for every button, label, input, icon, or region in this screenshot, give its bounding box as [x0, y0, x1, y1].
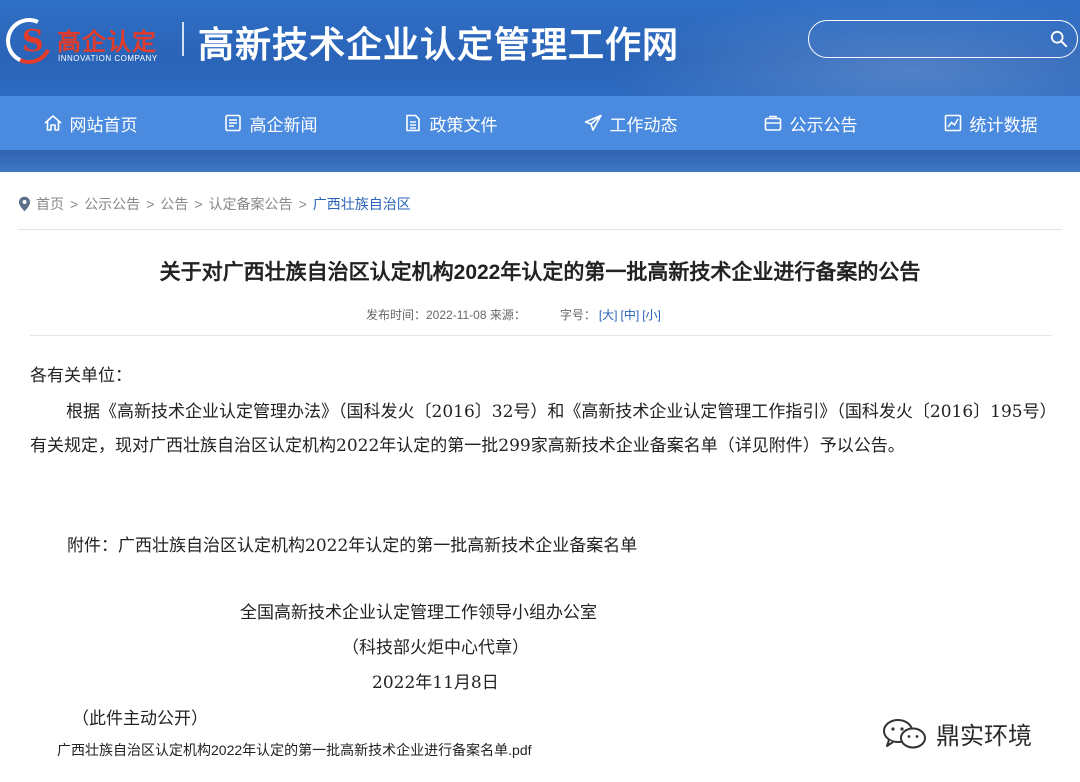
- attachment-note: 附件：广西壮族自治区认定机构2022年认定的第一批高新技术企业备案名单: [67, 536, 638, 556]
- breadcrumb-current[interactable]: 广西壮族自治区: [313, 194, 411, 214]
- breadcrumb-filing[interactable]: 认定备案公告: [209, 194, 293, 214]
- document-icon: [405, 114, 420, 132]
- breadcrumb-home[interactable]: 首页: [36, 194, 64, 214]
- news-icon: [224, 114, 241, 132]
- watermark-text: 鼎实环境: [936, 723, 1032, 750]
- font-size-medium[interactable]: [中]: [621, 306, 640, 323]
- nav-item-label: 公示公告: [789, 115, 858, 135]
- breadcrumb-separator: >: [70, 196, 79, 212]
- nav-item-policy[interactable]: 政策文件: [360, 96, 540, 150]
- article-container: 首页 > 公示公告 > 公告 > 认定备案公告 > 广西壮族自治区 关于对广西壮…: [0, 172, 1080, 782]
- meta-divider: [30, 335, 1052, 336]
- article-paragraph: 根据《高新技术企业认定管理办法》（国科发火〔2016〕32号）和《高新技术企业认…: [30, 402, 1057, 456]
- main-nav: 网站首页 高企新闻 政策文件 工作动态 公示公告 统计数据: [0, 96, 1080, 150]
- nav-item-label: 高企新闻: [249, 115, 318, 135]
- publish-info: 发布时间：2022-11-08 来源：: [366, 308, 526, 322]
- nav-item-stats[interactable]: 统计数据: [900, 96, 1080, 150]
- wechat-icon: [883, 718, 926, 748]
- logo-title: 高企认定: [57, 29, 157, 56]
- public-note: （此件主动公开）: [72, 709, 208, 729]
- nav-item-work[interactable]: 工作动态: [540, 96, 720, 150]
- header-divider: [182, 22, 184, 56]
- breadcrumb-divider: [18, 229, 1062, 230]
- search-icon[interactable]: [1050, 30, 1068, 48]
- logo-mark: S: [22, 24, 44, 59]
- site-header: S 高企认定 INNOVATION COMPANY 高新技术企业认定管理工作网: [0, 0, 1080, 96]
- breadcrumb-announcement[interactable]: 公告: [160, 194, 188, 214]
- signature-agent: （科技部火炬中心代章）: [342, 638, 529, 658]
- font-size-small[interactable]: [小]: [642, 306, 661, 323]
- logo-subtitle: INNOVATION COMPANY: [58, 54, 158, 63]
- site-logo[interactable]: S 高企认定 INNOVATION COMPANY: [0, 10, 172, 71]
- home-icon: [43, 115, 62, 131]
- signature-date: 2022年11月8日: [372, 673, 499, 693]
- briefcase-icon: [764, 115, 781, 131]
- article-title: 关于对广西壮族自治区认定机构2022年认定的第一批高新技术企业进行备案的公告: [159, 261, 921, 284]
- watermark: 鼎实环境: [880, 716, 1032, 751]
- search-input[interactable]: [808, 20, 1078, 58]
- site-title: 高新技术企业认定管理工作网: [198, 24, 680, 65]
- nav-item-label: 统计数据: [969, 115, 1038, 135]
- breadcrumb: 首页 > 公示公告 > 公告 > 认定备案公告 > 广西壮族自治区: [18, 194, 417, 214]
- nav-item-label: 工作动态: [609, 115, 678, 135]
- decorative-band: [0, 150, 1080, 172]
- breadcrumb-notices[interactable]: 公示公告: [84, 194, 140, 214]
- chart-icon: [944, 114, 961, 132]
- nav-item-home[interactable]: 网站首页: [0, 96, 180, 150]
- nav-item-label: 网站首页: [69, 115, 138, 135]
- signature-org: 全国高新技术企业认定管理工作领导小组办公室: [240, 603, 597, 623]
- font-size-label: 字号：: [559, 308, 596, 322]
- nav-item-label: 政策文件: [429, 115, 498, 135]
- breadcrumb-separator: >: [146, 196, 155, 212]
- paper-plane-icon: [584, 114, 602, 131]
- article-meta: 发布时间：2022-11-08 来源： 字号： [大] [中] [小]: [366, 306, 661, 323]
- attachment-link[interactable]: 广西壮族自治区认定机构2022年认定的第一批高新技术企业进行备案名单.pdf: [57, 740, 532, 760]
- font-size-large[interactable]: [大]: [599, 306, 618, 323]
- nav-item-news[interactable]: 高企新闻: [180, 96, 360, 150]
- location-pin-icon: [19, 196, 30, 212]
- nav-item-notice[interactable]: 公示公告: [720, 96, 900, 150]
- breadcrumb-separator: >: [194, 196, 203, 212]
- breadcrumb-separator: >: [298, 196, 307, 212]
- salutation: 各有关单位：: [30, 366, 132, 386]
